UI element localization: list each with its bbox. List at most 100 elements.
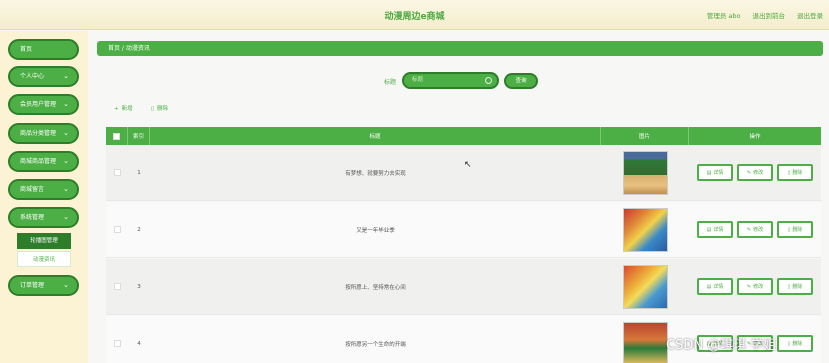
detail-label: 详情 [713,284,724,290]
edit-label: 修改 [753,284,764,290]
header-actions: 操作 [749,134,761,140]
delete-row-button[interactable]: ▯ 删除 [777,221,813,238]
watermark-text: CSDN @琪琪 学姐 [666,338,777,353]
row-thumbnail-image [622,150,668,195]
table-header: 索引 标题 图片 操作 [106,127,821,145]
delete-row-label: 删除 [792,341,803,347]
row-image-cell [601,259,689,314]
edit-button[interactable]: ✎ 修改 [737,164,773,181]
search-input[interactable]: 标题 [402,72,499,89]
sidebar-item-mall-messages[interactable]: 商城留言 ⌄ [8,179,79,200]
submenu-item-carousel[interactable]: 轮播图管理 [17,233,71,249]
top-header: 动漫周边e商城 管理员 abo 退出到前台 退出登录 [0,0,829,30]
search-icon [485,77,492,84]
header-select-all[interactable] [106,127,128,145]
back-to-front-link[interactable]: 退出到前台 [753,10,786,20]
header-image: 图片 [601,127,689,145]
row-title: 有梦想、就要努力去实现 [345,170,406,177]
delete-row-button[interactable]: ▯ 删除 [777,164,813,181]
edit-button[interactable]: ✎ 修改 [737,278,773,295]
row-thumbnail-image [622,321,668,363]
detail-icon: ▤ [706,283,712,290]
trash-icon: ▯ [787,226,791,233]
edit-label: 修改 [753,170,764,176]
row-checkbox[interactable] [113,340,121,347]
trash-icon: ▯ [151,106,155,112]
delete-row-button[interactable]: ▯ 删除 [777,335,813,352]
row-select[interactable] [106,202,128,257]
submenu-item-anime-news[interactable]: 动漫资讯 [17,251,71,267]
row-select[interactable] [106,316,128,363]
search-button[interactable]: 查询 [504,73,538,89]
sidebar-item-personal-center[interactable]: 个人中心 ⌄ [8,66,79,87]
edit-button[interactable]: ✎ 修改 [737,221,773,238]
row-select[interactable] [106,259,128,314]
plus-icon: + [114,106,119,112]
sidebar: 首页 个人中心 ⌄ 会员用户管理 ⌄ 商品分类管理 ⌄ 商城商品管理 ⌄ 商城留言 ⌄ 系… [0,31,88,363]
detail-label: 详情 [713,227,724,233]
sidebar-item-label: 系统管理 [20,214,45,221]
row-index: 2 [137,226,141,233]
row-actions: ▤ 详情 ✎ 修改 ▯ 删除 [689,145,821,200]
edit-icon: ✎ [746,169,752,176]
row-checkbox[interactable] [113,226,121,233]
detail-button[interactable]: ▤ 详情 [697,164,733,181]
sidebar-item-member-users[interactable]: 会员用户管理 ⌄ [8,94,79,115]
header-title: 标题 [150,127,601,145]
chevron-down-icon: ⌄ [63,213,69,221]
table-row: 3 按所愿上、坚持常在心间 ▤ 详情 ✎ 修改 ▯ 删除 [106,259,821,315]
sidebar-item-label: 个人中心 [20,73,45,80]
table-row: 1 有梦想、就要努力去实现 ▤ 详情 ✎ 修改 ▯ 删除 [106,145,821,201]
chevron-down-icon: ⌄ [63,129,69,137]
edit-label: 修改 [753,227,764,233]
row-index: 1 [137,169,141,176]
row-checkbox[interactable] [113,283,121,290]
sidebar-item-label: 首页 [20,46,33,53]
edit-icon: ✎ [746,226,752,233]
trash-icon: ▯ [787,283,791,290]
detail-button[interactable]: ▤ 详情 [697,278,733,295]
add-button[interactable]: + 新增 [114,104,133,112]
sidebar-item-label: 商品分类管理 [20,130,57,137]
sidebar-item-product-category[interactable]: 商品分类管理 ⌄ [8,123,79,144]
delete-row-button[interactable]: ▯ 删除 [777,278,813,295]
row-select[interactable] [106,145,128,200]
logout-link[interactable]: 退出登录 [797,10,823,20]
row-actions: ▤ 详情 ✎ 修改 ▯ 删除 [689,202,821,257]
row-image-cell [601,202,689,257]
sidebar-item-label: 订单管理 [20,282,45,289]
chevron-down-icon: ⌄ [63,185,69,193]
detail-button[interactable]: ▤ 详情 [697,221,733,238]
row-image-cell [601,145,689,200]
detail-icon: ▤ [706,169,712,176]
edit-icon: ✎ [746,283,752,290]
trash-icon: ▯ [787,340,791,347]
sidebar-item-label: 商城商品管理 [20,158,57,165]
header-index: 索引 [128,127,150,145]
chevron-down-icon: ⌄ [63,281,69,289]
row-title: 按所愿上、坚持常在心间 [345,284,406,291]
select-all-checkbox[interactable] [113,132,120,140]
sidebar-item-orders[interactable]: 订单管理 ⌄ [8,275,79,296]
sidebar-item-label: 会员用户管理 [20,101,57,108]
row-title: 又是一年毕业季 [356,227,395,234]
row-checkbox[interactable] [113,169,121,176]
row-index: 3 [137,283,141,290]
app-title: 动漫周边e商城 [384,12,445,22]
row-title: 按所愿另一个生命的开端 [345,341,406,348]
chevron-down-icon: ⌄ [63,157,69,165]
sidebar-item-home[interactable]: 首页 [8,39,79,60]
delete-row-label: 删除 [792,170,803,176]
row-index: 4 [137,340,141,347]
delete-button[interactable]: ▯ 删除 [151,104,168,112]
row-actions: ▤ 详情 ✎ 修改 ▯ 删除 [689,259,821,314]
delete-label: 删除 [157,106,169,112]
mouse-cursor-icon: ↖ [464,160,472,170]
sidebar-item-system-management[interactable]: 系统管理 ⌄ [8,207,79,228]
delete-row-label: 删除 [792,284,803,290]
search-label: 标题 [384,79,397,86]
sidebar-item-mall-products[interactable]: 商城商品管理 ⌄ [8,151,79,172]
delete-row-label: 删除 [792,227,803,233]
row-thumbnail-image [622,207,668,252]
trash-icon: ▯ [787,169,791,176]
